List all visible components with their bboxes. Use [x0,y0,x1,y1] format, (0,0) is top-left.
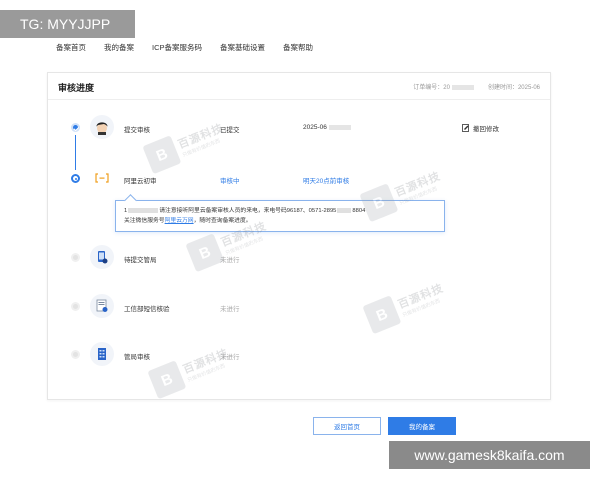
step-status: 已提交 [220,127,240,134]
step-todo-indicator [71,253,80,262]
card-header: 审核进度 订单编号：20 创建时间：2025-06 [48,73,550,100]
withdraw-edit-button[interactable]: 撤回修改 [462,123,499,133]
step-label: 管局审核 [124,354,150,361]
step-row: 阿里云初审 审核中 明天20点前审核 [48,169,550,189]
order-number: 订单编号：20 [413,82,474,91]
step-status: 审核中 [220,178,240,185]
phone-icon [90,245,114,269]
step-current-indicator [71,174,80,183]
step-info: 2025-06 [303,124,351,131]
step-row: 工信部短信核验 未进行 [48,294,550,318]
step-info: 明天20点前审核 [303,178,350,185]
tooltip-line-1: 1 请注意接听阿里云备案审核人员的来电，来电号码96187、0571-2895 88… [124,207,366,214]
avatar-icon [90,115,114,139]
telegram-overlay-banner: TG: MYYJJPP [0,10,135,38]
step-todo-indicator [71,350,80,359]
tooltip-line-2: 关注微信服务号阿里云万网，随时查询备案进度。 [124,218,252,224]
edit-icon [462,124,469,132]
step-done-indicator [71,123,80,132]
step-label: 提交审核 [124,127,150,134]
building-icon [90,342,114,366]
nav-settings[interactable]: 备案基础设置 [220,42,265,56]
nav-home[interactable]: 备案首页 [56,42,86,56]
order-meta: 订单编号：20 创建时间：2025-06 [413,82,540,91]
step-status: 未进行 [220,306,240,313]
review-call-tooltip: 1 请注意接听阿里云备案审核人员的来电，来电号码96187、0571-2895 88… [115,200,445,232]
my-filings-button[interactable]: 我的备案 [388,417,456,435]
created-time: 创建时间：2025-06 [487,85,540,91]
wechat-account-link[interactable]: 阿里云万网 [165,218,194,224]
top-navigation: 备案首页 我的备案 ICP备案服务码 备案基础设置 备案帮助 [56,42,313,56]
nav-help[interactable]: 备案帮助 [283,42,313,56]
nav-my-filings[interactable]: 我的备案 [104,42,134,56]
step-row: 提交审核 已提交 2025-06 撤回修改 [48,115,550,139]
step-label: 工信部短信核验 [124,306,170,313]
step-status: 未进行 [220,257,240,264]
document-icon [90,294,114,318]
step-label: 阿里云初审 [124,178,157,185]
step-row: 管局审核 未进行 [48,342,550,366]
site-watermark-banner: www.gamesk8kaifa.com [389,441,590,469]
progress-card: 审核进度 订单编号：20 创建时间：2025-06 提交审核 已提交 2025-… [47,72,551,400]
back-home-button[interactable]: 返回首页 [313,417,381,435]
shield-icon [90,166,114,190]
step-label: 待提交管局 [124,257,157,264]
step-status: 未进行 [220,354,240,361]
step-row: 待提交管局 未进行 [48,245,550,269]
step-todo-indicator [71,302,80,311]
nav-icp-code[interactable]: ICP备案服务码 [152,42,202,56]
card-title: 审核进度 [58,83,95,93]
timeline-connector [75,135,76,170]
